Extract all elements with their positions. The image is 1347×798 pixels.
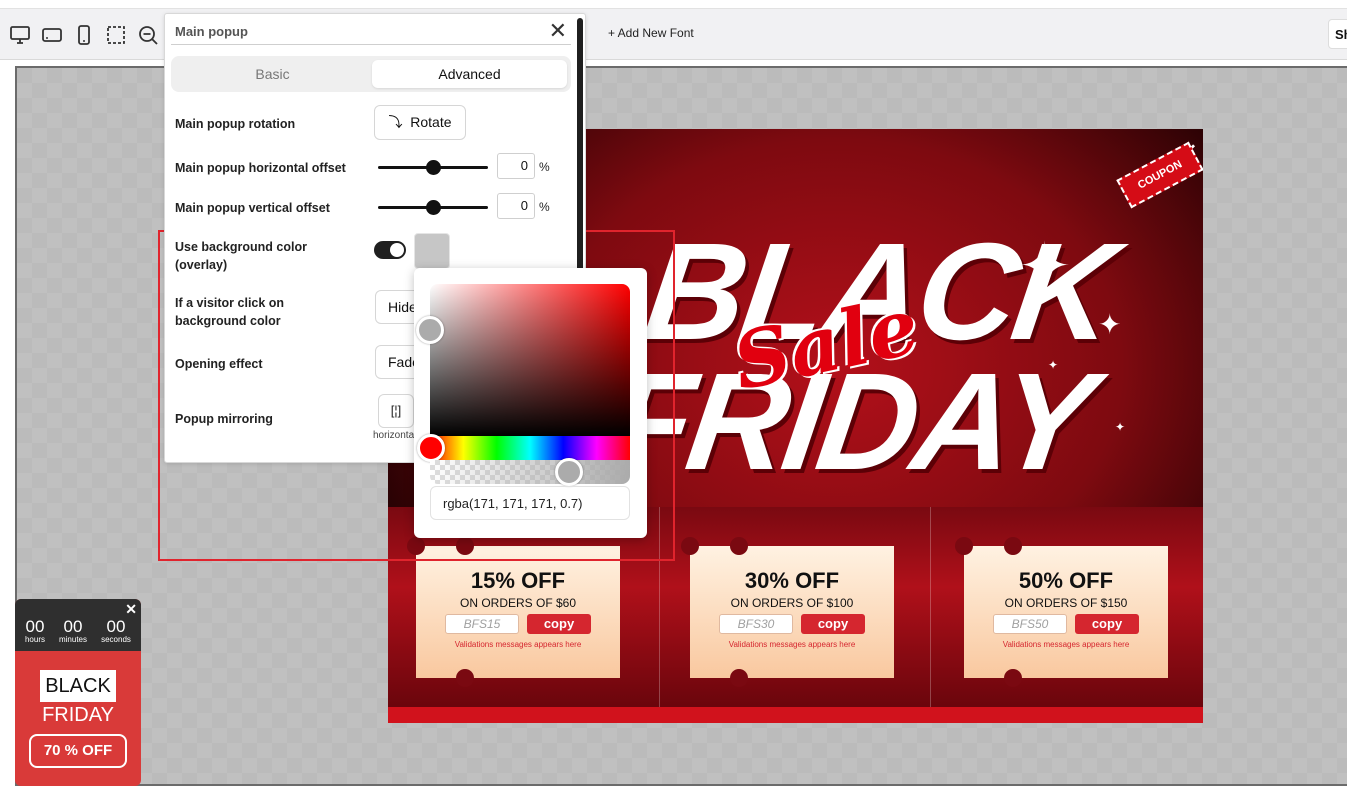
coupon-condition: ON ORDERS OF $150: [1004, 596, 1128, 610]
ticket-notch: [456, 669, 474, 687]
hue-knob[interactable]: [417, 434, 445, 462]
sticky-black-label: BLACK: [40, 670, 116, 702]
seconds-value: 00: [106, 617, 126, 636]
ticket-notch: [730, 537, 748, 555]
slider-knob[interactable]: [426, 160, 441, 175]
sparkle-icon: ✦: [1098, 309, 1122, 340]
slider-knob[interactable]: [426, 200, 441, 215]
hue-slider[interactable]: [430, 436, 630, 460]
seconds-label: seconds: [101, 635, 131, 644]
coupon-discount: 50% OFF: [1018, 568, 1114, 593]
background-color-label-line2: (overlay): [175, 258, 228, 272]
opening-effect-label: Opening effect: [175, 357, 263, 371]
background-color-label: Use background color (overlay): [175, 238, 307, 274]
sparkle-icon: ✦: [1018, 230, 1072, 302]
panel-tabs: Basic Advanced: [171, 56, 571, 92]
sticky-offer-button[interactable]: 70 % OFF: [29, 734, 127, 768]
copy-button[interactable]: copy: [801, 614, 865, 634]
background-color-toggle[interactable]: [374, 241, 406, 259]
band-divider: [930, 507, 931, 723]
mirror-horizontal-icon[interactable]: [¦]: [378, 394, 414, 428]
coupon-ticket[interactable]: 50% OFF ON ORDERS OF $150 BFS50 copy Val…: [955, 537, 1168, 687]
add-new-font-button[interactable]: + Add New Font: [608, 26, 694, 40]
coupon-code[interactable]: BFS50: [993, 614, 1067, 634]
visitor-click-label-line2: background color: [175, 314, 281, 328]
color-picker[interactable]: rgba(171, 171, 171, 0.7): [414, 268, 647, 538]
minutes-value: 00: [63, 617, 83, 636]
percent-unit: %: [539, 200, 550, 214]
countdown-sticky[interactable]: ✕ 00 hours 00 minutes 00 seconds BLACK F…: [15, 599, 141, 786]
coupon-code[interactable]: BFS30: [719, 614, 793, 634]
coupon-ticket[interactable]: 30% OFF ON ORDERS OF $100 BFS30 copy Val…: [681, 537, 894, 687]
rotate-button[interactable]: ⤵ Rotate: [374, 105, 466, 140]
copy-button[interactable]: copy: [527, 614, 591, 634]
rotate-icon: ⤵: [388, 114, 403, 130]
panel-header: Main popup ✕: [171, 14, 571, 45]
tab-advanced[interactable]: Advanced: [372, 60, 567, 88]
popup-mirroring-label: Popup mirroring: [175, 412, 273, 426]
rgba-input[interactable]: rgba(171, 171, 171, 0.7): [430, 486, 630, 520]
copy-button[interactable]: copy: [1075, 614, 1139, 634]
vertical-offset-slider[interactable]: [378, 200, 488, 215]
hours-value: 00: [25, 617, 45, 636]
desktop-icon[interactable]: [9, 24, 31, 46]
ticket-notch: [955, 537, 973, 555]
seconds-counter: 00 seconds: [96, 618, 136, 644]
vertical-offset-label: Main popup vertical offset: [175, 201, 330, 215]
coupon-ticket[interactable]: 15% OFF ON ORDERS OF $60 BFS15 copy Vali…: [407, 537, 620, 687]
coupon-condition: ON ORDERS OF $100: [730, 596, 854, 610]
sparkle-icon: ✦: [1048, 358, 1059, 372]
close-icon[interactable]: ✕: [549, 18, 567, 44]
ticket-notch: [1004, 537, 1022, 555]
ticket-notch: [681, 537, 699, 555]
mobile-icon[interactable]: [73, 24, 95, 46]
sparkle-icon: ✦: [1115, 420, 1126, 434]
ticket-notch: [730, 669, 748, 687]
minutes-counter: 00 minutes: [53, 618, 93, 644]
validation-message: Validations messages appears here: [454, 640, 582, 649]
show-button[interactable]: Sh: [1328, 19, 1347, 49]
selection-icon[interactable]: [105, 24, 127, 46]
saturation-value-area[interactable]: [430, 284, 630, 436]
zoom-out-icon[interactable]: [137, 24, 159, 46]
saturation-knob[interactable]: [416, 316, 444, 344]
validation-message: Validations messages appears here: [728, 640, 856, 649]
vertical-offset-input[interactable]: 0: [497, 193, 535, 219]
validation-message: Validations messages appears here: [1002, 640, 1130, 649]
countdown-timer: ✕ 00 hours 00 minutes 00 seconds: [15, 599, 141, 651]
sticky-close-icon[interactable]: ✕: [125, 601, 137, 618]
tab-basic[interactable]: Basic: [175, 60, 370, 88]
visitor-click-label: If a visitor click on background color: [175, 294, 284, 330]
coupon-tag-graphic: COUPON: [1116, 141, 1203, 209]
minutes-label: minutes: [58, 635, 87, 644]
hours-label: hours: [24, 635, 45, 644]
rotate-button-label: Rotate: [410, 114, 452, 130]
coupon-discount: 30% OFF: [744, 568, 840, 593]
percent-unit: %: [539, 160, 550, 174]
visitor-click-label-line1: If a visitor click on: [175, 296, 285, 310]
alpha-knob[interactable]: [555, 458, 583, 486]
coupon-code[interactable]: BFS15: [445, 614, 519, 634]
alpha-slider[interactable]: [430, 460, 630, 484]
horizontal-offset-input[interactable]: 0: [497, 153, 535, 179]
toggle-dot: [390, 243, 404, 257]
coupon-condition: ON ORDERS OF $60: [459, 596, 577, 610]
horizontal-offset-slider[interactable]: [378, 160, 488, 175]
band-bottom-stripe: [388, 707, 1203, 723]
rotation-label: Main popup rotation: [175, 117, 296, 131]
horizontal-offset-label: Main popup horizontal offset: [175, 161, 346, 175]
ticket-notch: [1004, 669, 1022, 687]
background-color-swatch[interactable]: [414, 233, 450, 269]
background-color-label-line1: Use background color: [175, 240, 307, 254]
mirror-horizontal-caption: horizonta: [373, 430, 415, 441]
hours-counter: 00 hours: [15, 618, 55, 644]
panel-title: Main popup: [175, 24, 248, 39]
tablet-landscape-icon[interactable]: [41, 24, 63, 46]
sticky-friday-label: FRIDAY: [42, 704, 114, 726]
coupon-discount: 15% OFF: [470, 568, 566, 593]
